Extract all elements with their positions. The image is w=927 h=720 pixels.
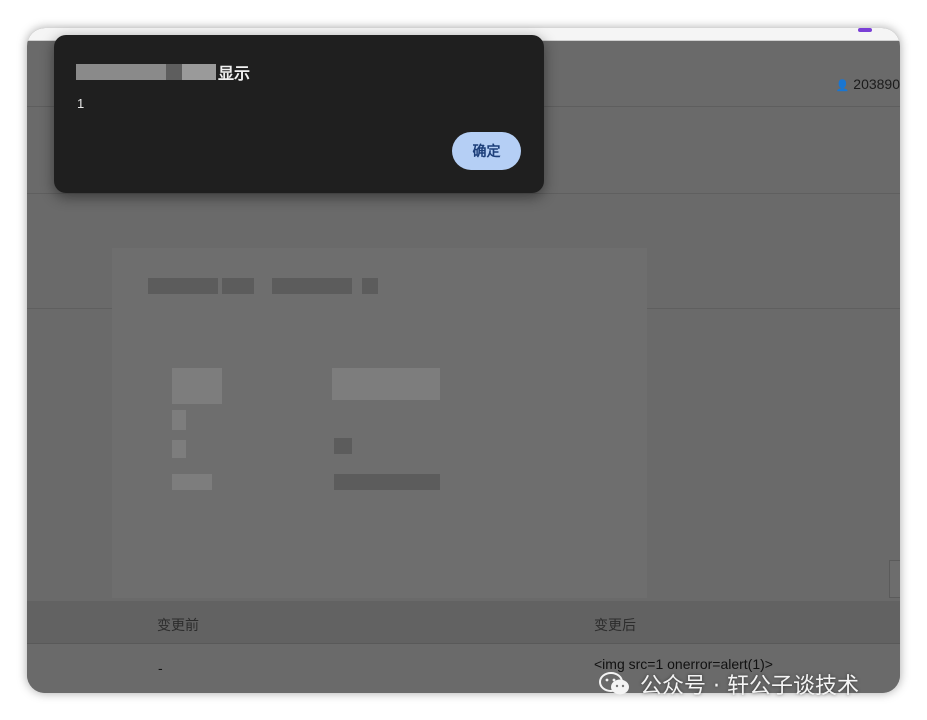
- redacted-label: [172, 368, 222, 404]
- dialog-title-text: 显示: [218, 64, 251, 83]
- redacted-value: [332, 368, 440, 400]
- column-header-before: 变更前: [157, 618, 199, 634]
- cell-before: -: [158, 660, 163, 676]
- column-header-after: 变更后: [594, 618, 636, 634]
- ok-button[interactable]: 确定: [452, 132, 521, 170]
- toolbar-accent: [858, 28, 872, 32]
- alert-dialog: 显示 1 确定: [54, 35, 544, 193]
- user-icon: 👤: [835, 80, 850, 92]
- redacted-text: [148, 278, 218, 294]
- redacted-label: [172, 474, 212, 490]
- redacted-text: [222, 278, 254, 294]
- redacted-value: [334, 474, 440, 490]
- watermark-text: 公众号 · 轩公子谈技术: [640, 674, 859, 699]
- redacted-text: [362, 278, 378, 294]
- table-header: 变更前 变更后: [27, 601, 900, 644]
- info-card: [112, 248, 647, 598]
- watermark: 公众号 · 轩公子谈技术: [598, 668, 859, 700]
- pagination-button[interactable]: [889, 560, 900, 598]
- redacted-value: [334, 438, 352, 454]
- divider: [27, 193, 900, 194]
- redacted-label: [172, 440, 186, 458]
- dialog-message: 1: [77, 96, 85, 111]
- redacted-text: [272, 278, 352, 294]
- dialog-title: 显示: [76, 61, 250, 83]
- wechat-icon: [599, 672, 629, 695]
- redacted-site-name: [76, 64, 216, 80]
- user-id: 203890: [853, 76, 900, 92]
- user-badge[interactable]: 👤 203890: [836, 76, 900, 92]
- redacted-label: [172, 410, 186, 430]
